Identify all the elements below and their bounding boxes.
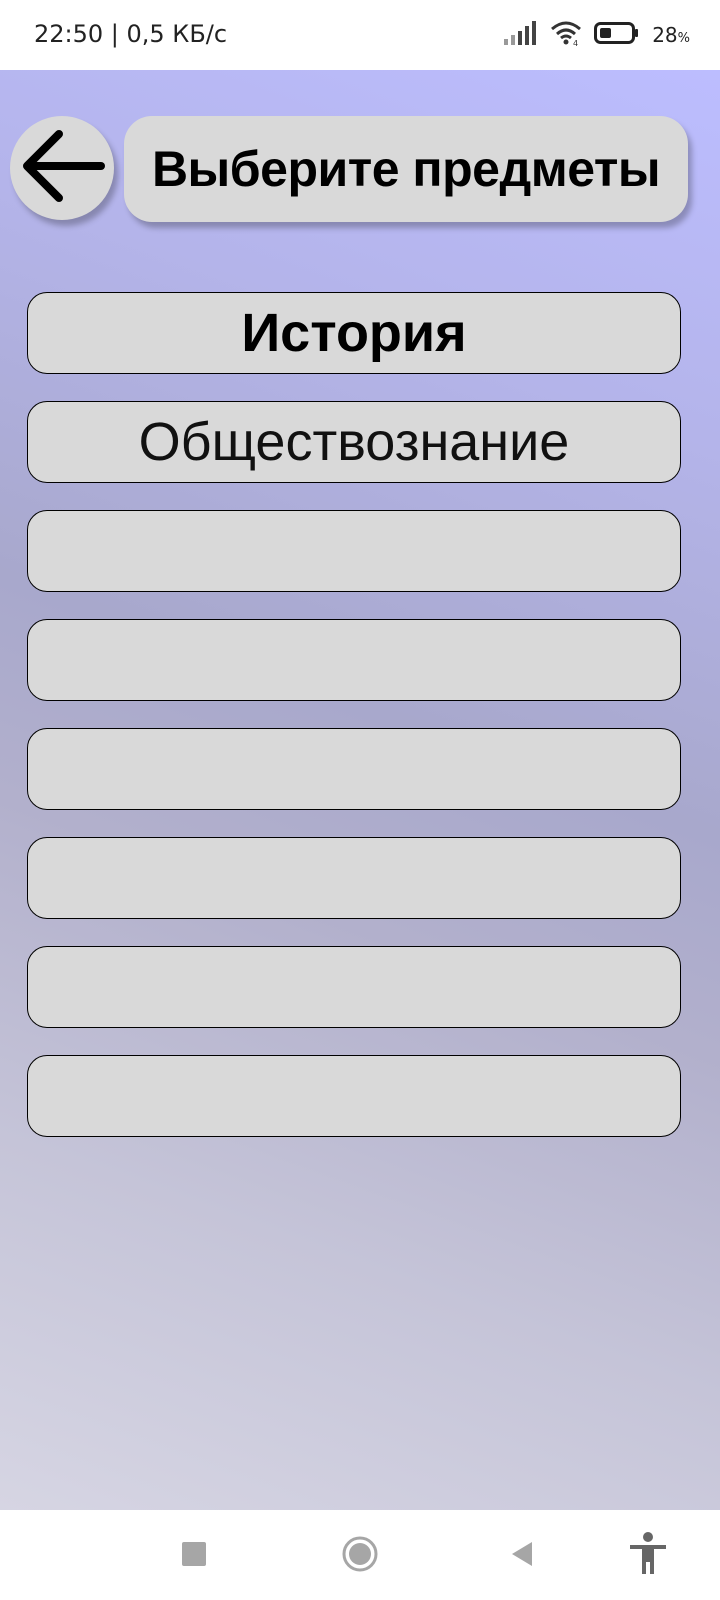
subject-item-empty-8[interactable]: [27, 1055, 681, 1137]
battery-level: 28%: [652, 23, 690, 47]
subject-label: История: [241, 303, 467, 363]
battery-unit: %: [677, 31, 690, 46]
subject-label: Обществознание: [138, 412, 570, 472]
main-content: Выберите предметы История Обществознание: [0, 70, 720, 1510]
status-icons: 4 28%: [504, 18, 690, 52]
subject-list: История Обществознание: [27, 292, 683, 1164]
square-icon: [181, 1541, 207, 1572]
subject-item-empty-6[interactable]: [27, 837, 681, 919]
arrow-left-icon: [19, 128, 105, 209]
subject-item-empty-4[interactable]: [27, 619, 681, 701]
status-time-speed: 22:50 | 0,5 КБ/с: [34, 20, 228, 48]
subject-item-empty-3[interactable]: [27, 510, 681, 592]
page-title-box: Выберите предметы: [124, 116, 688, 222]
wifi-icon: 4: [550, 20, 582, 51]
page-title: Выберите предметы: [151, 141, 661, 197]
system-nav-bar: [0, 1510, 720, 1600]
back-button[interactable]: [10, 116, 114, 220]
back-triangle-icon: [508, 1540, 536, 1573]
battery-icon: [594, 21, 640, 49]
svg-text:4: 4: [573, 39, 578, 46]
recents-button[interactable]: [172, 1534, 216, 1578]
home-circle-icon: [341, 1535, 379, 1578]
subject-item-empty-5[interactable]: [27, 728, 681, 810]
accessibility-icon: [628, 1531, 668, 1581]
status-bar: 22:50 | 0,5 КБ/с 4 28%: [0, 0, 720, 70]
back-nav-button[interactable]: [500, 1534, 544, 1578]
signal-icon: [504, 20, 538, 50]
subject-item-social-studies[interactable]: Обществознание: [27, 401, 681, 483]
battery-value: 28: [652, 23, 678, 47]
subject-item-empty-7[interactable]: [27, 946, 681, 1028]
accessibility-button[interactable]: [626, 1531, 670, 1581]
home-button[interactable]: [338, 1534, 382, 1578]
subject-item-history[interactable]: История: [27, 292, 681, 374]
